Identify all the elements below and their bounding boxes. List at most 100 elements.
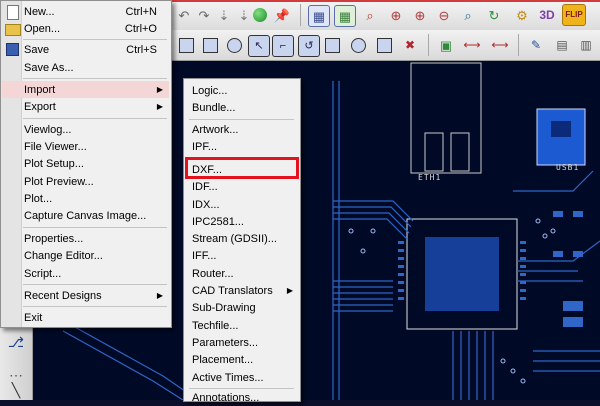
menu-item-script[interactable]: Script... [2,265,169,282]
save-icon [6,43,19,56]
menu-item-properties[interactable]: Properties... [2,230,169,247]
menu-item-artwork[interactable]: Artwork... [185,121,299,138]
zoom-world-icon[interactable]: ⊖ [434,5,454,25]
menu-item-stream-gdsii[interactable]: Stream (GDSII)... [185,230,299,247]
menu-item-iff[interactable]: IFF... [185,247,299,264]
submenu-arrow-icon: ▶ [156,291,163,300]
shape-icon[interactable]: ⌐ [272,35,294,57]
connect-icon[interactable]: ⎇ [6,332,26,352]
menu-item-open[interactable]: Open... Ctrl+O [2,20,169,37]
dimension-icon[interactable]: ⟷ [490,35,510,55]
menu-item-idx[interactable]: IDX... [185,196,299,213]
menu-item-ipc2581[interactable]: IPC2581... [185,213,299,230]
move-down-icon[interactable]: ⇣ [214,5,234,25]
globe-icon[interactable] [250,5,270,25]
menu-item-label: Properties... [24,232,84,245]
menu-item-label: CAD Translators [192,284,273,297]
square-icon[interactable] [322,35,342,55]
menu-item-label: Open... [24,22,61,35]
menu-item-exit[interactable]: Exit [2,309,169,326]
menu-item-new[interactable]: New... Ctrl+N [2,3,169,20]
menu-item-placement[interactable]: Placement... [185,351,299,368]
eth-connector-outline [410,62,482,174]
toolbar-accent-line [170,0,600,2]
menu-item-sub-drawing[interactable]: Sub-Drawing [185,299,299,316]
square-icon[interactable] [176,35,196,55]
menu-item-label: Sub-Drawing [192,301,256,314]
menu-item-label: Viewlog... [24,123,72,136]
menu-item-label: Save As... [24,61,74,74]
menu-item-change-editor[interactable]: Change Editor... [2,247,169,264]
zoom-fit-icon[interactable]: ⌕ [360,5,380,25]
menu-item-label: Placement... [192,353,254,366]
select-icon[interactable]: ↖ [248,35,270,57]
menu-item-label: Bundle... [192,101,236,114]
menu-item-save[interactable]: Save Ctrl+S [2,41,169,58]
zoom-out-icon[interactable]: ⊕ [410,5,430,25]
refresh-icon[interactable]: ↻ [484,5,504,25]
square-icon[interactable] [374,35,394,55]
menu-item-plot[interactable]: Plot... [2,190,169,207]
redo-icon[interactable]: ↷ [194,5,214,25]
menu-item-label: IDX... [192,198,220,211]
menu-item-label: Plot Setup... [24,157,84,170]
zoom-previous-icon[interactable]: ⌕ [458,5,478,25]
menu-item-export[interactable]: Export ▶ [2,98,169,115]
toolbar-separator [300,4,301,26]
properties-icon[interactable]: ▤ [552,35,572,55]
menu-item-logic[interactable]: Logic... [185,82,299,99]
menu-item-label: Artwork... [192,123,239,136]
circle-icon[interactable] [224,35,244,55]
menu-item-label: IFF... [192,249,217,262]
menu-item-bundle[interactable]: Bundle... [185,99,299,116]
menu-item-parameters[interactable]: Parameters... [185,334,299,351]
menu-item-cad-translators[interactable]: CAD Translators ▶ [185,282,299,299]
menu-item-label: New... [24,5,55,18]
menu-item-idf[interactable]: IDF... [185,178,299,195]
menu-item-recent-designs[interactable]: Recent Designs ▶ [2,287,169,304]
menu-item-techfile[interactable]: Techfile... [185,317,299,334]
menu-item-plot-preview[interactable]: Plot Preview... [2,173,169,190]
menu-item-file-viewer[interactable]: File Viewer... [2,138,169,155]
flip-icon[interactable]: FLIP [562,4,586,26]
submenu-arrow-icon: ▶ [156,85,163,94]
dimension-icon[interactable]: ⟷ [462,35,482,55]
menu-item-annotations[interactable]: Annotations... [185,389,299,406]
menu-item-label: Annotations... [192,391,260,404]
menu-item-import[interactable]: Import ▶ [2,81,169,98]
gear-icon[interactable]: ⚙ [512,5,532,25]
circle-icon[interactable] [348,35,368,55]
menu-item-ipf[interactable]: IPF... [185,138,299,155]
add-text-icon[interactable]: ✎ [526,35,546,55]
measure-icon[interactable]: ▣ [436,35,456,55]
menu-separator [23,78,167,79]
3d-view-icon[interactable]: 3D [536,5,558,25]
grid-icon[interactable]: ▦ [308,5,330,27]
menu-item-label: Export [24,100,56,113]
rotate-icon[interactable]: ↺ [298,35,320,57]
delete-icon[interactable]: ✖ [400,35,420,55]
submenu-arrow-icon: ▶ [156,102,163,111]
zoom-in-icon[interactable]: ⊕ [386,5,406,25]
undo-icon[interactable]: ↶ [174,5,194,25]
menu-item-label: Stream (GDSII)... [192,232,277,245]
line-icon[interactable]: ╲ [6,380,26,400]
menu-item-label: IPF... [192,140,218,153]
menu-item-viewlog[interactable]: Viewlog... [2,121,169,138]
layers-icon[interactable]: ▥ [576,35,596,55]
grid-color-icon[interactable]: ▦ [334,5,356,27]
menu-item-label: IPC2581... [192,215,244,228]
menu-item-plot-setup[interactable]: Plot Setup... [2,155,169,172]
menu-item-label: File Viewer... [24,140,87,153]
square-icon[interactable] [200,35,220,55]
menu-separator [23,39,167,40]
menu-item-label: Save [24,43,50,56]
pin-icon[interactable]: 📌 [272,5,292,25]
menu-item-label: Parameters... [192,336,259,349]
menu-item-label: Script... [24,267,62,280]
menu-item-router[interactable]: Router... [185,265,299,282]
menu-item-save-as[interactable]: Save As... [2,59,169,76]
menu-item-active-times[interactable]: Active Times... [185,369,299,386]
usb-refdes: USB1 [556,163,580,172]
menu-item-capture-canvas-image[interactable]: Capture Canvas Image... [2,207,169,224]
